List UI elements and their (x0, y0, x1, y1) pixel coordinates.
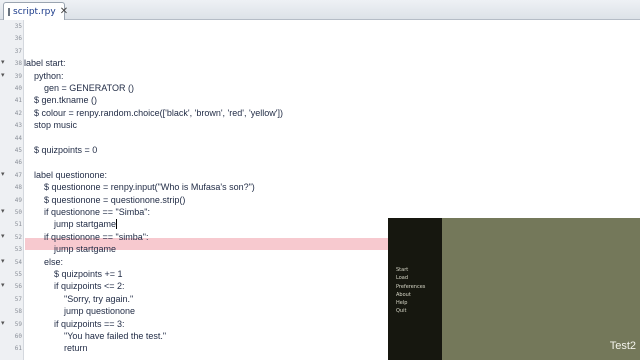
line-number: 39 (14, 72, 22, 80)
line-number: 53 (14, 246, 22, 254)
game-menu-panel: Start Load Preferences About Help Quit (388, 218, 442, 360)
editor-tab-bar: script.rpy ✕ (0, 0, 640, 20)
line-number: 61 (14, 345, 22, 353)
line-number: 54 (14, 258, 22, 266)
game-title: Test2 (609, 340, 636, 352)
line-number: 59 (14, 320, 22, 328)
code-line[interactable]: 48 $ questionone = renpy.input("Who is Mu… (0, 181, 640, 193)
line-number: 50 (14, 209, 22, 216)
code-text: if questionone == "simba": (44, 231, 149, 242)
document-icon (8, 7, 10, 16)
code-text: jump startgame (54, 219, 118, 230)
code-line[interactable]: ▾ 47 label questionone: (0, 169, 640, 181)
line-number: 49 (14, 196, 22, 204)
line-number: 42 (14, 109, 22, 117)
line-number: 55 (14, 271, 22, 278)
code-text: "You have failed the test." (64, 331, 167, 341)
code-line[interactable]: 42 $ colour = renpy.random.choice(['black… (0, 107, 640, 119)
line-number: 56 (14, 283, 22, 291)
line-number: 45 (14, 147, 22, 154)
menu-item-about[interactable]: About (396, 291, 425, 299)
menu-item-preferences[interactable]: Preferences (396, 283, 425, 291)
line-number: 58 (14, 308, 22, 316)
code-text: python: (34, 70, 64, 81)
line-number: 51 (14, 221, 22, 229)
code-line[interactable]: 36 (0, 32, 640, 44)
code-text: if questionone == "Simba": (44, 207, 150, 217)
code-text: $ quizpoints = 0 (34, 145, 98, 155)
code-line[interactable]: 45 $ quizpoints = 0 (0, 144, 640, 156)
game-preview-window[interactable]: Start Load Preferences About Help Quit T… (388, 218, 640, 360)
line-number: 36 (14, 35, 22, 43)
line-number: 40 (14, 85, 22, 92)
line-number: 44 (14, 134, 22, 142)
code-text: $ questionone = questionone.strip() (44, 194, 186, 205)
code-text: label start: (24, 58, 66, 69)
code-text: jump questionone (64, 306, 136, 317)
code-text: label questionone: (34, 169, 108, 180)
line-number: 48 (14, 184, 22, 192)
close-icon[interactable]: ✕ (60, 6, 68, 17)
code-line[interactable]: 40 gen = GENERATOR () (0, 82, 640, 94)
code-line[interactable]: 49 $ questionone = questionone.strip() (0, 194, 640, 206)
code-text: return (64, 343, 88, 354)
code-text: stop music (34, 120, 78, 131)
code-text: $ quizpoints += 1 (54, 269, 123, 279)
code-line[interactable]: ▾ 39 python: (0, 70, 640, 82)
code-text: $ colour = renpy.random.choice(['black',… (34, 107, 283, 118)
code-line[interactable]: 41 $ gen.tkname () (0, 94, 640, 106)
text-caret (116, 219, 118, 230)
line-number: 57 (14, 295, 22, 303)
code-text: $ gen.tkname () (34, 95, 98, 106)
line-number: 35 (14, 23, 22, 30)
line-number: 47 (14, 171, 22, 179)
line-number: 38 (14, 60, 22, 68)
code-line[interactable]: ▾ 38 label start: (0, 57, 640, 69)
line-number: 60 (14, 333, 22, 340)
line-number: 43 (14, 122, 22, 130)
code-line[interactable]: ▾ 50 if questionone == "Simba": (0, 206, 640, 218)
code-text: "Sorry, try again." (64, 293, 134, 304)
code-text: $ questionone = renpy.input("Who is Mufa… (44, 182, 255, 193)
code-text: gen = GENERATOR () (44, 83, 134, 93)
code-line[interactable]: 46 (0, 156, 640, 168)
line-number: 46 (14, 159, 22, 167)
code-text: if quizpoints <= 2: (54, 281, 125, 292)
menu-item-start[interactable]: Start (396, 266, 425, 274)
code-line[interactable]: 44 (0, 132, 640, 144)
line-number: 37 (14, 47, 22, 55)
menu-item-load[interactable]: Load (396, 274, 425, 282)
code-line[interactable]: 37 (0, 45, 640, 57)
menu-item-quit[interactable]: Quit (396, 307, 425, 315)
code-line[interactable]: 43 stop music (0, 119, 640, 131)
line-number: 52 (14, 233, 22, 241)
game-main-menu: Start Load Preferences About Help Quit (396, 266, 425, 316)
line-number: 41 (14, 97, 22, 105)
tab-label: script.rpy (13, 6, 56, 17)
code-text: jump startgame (54, 244, 117, 255)
menu-item-help[interactable]: Help (396, 299, 425, 307)
code-line[interactable]: 35 (0, 20, 640, 32)
code-text: if quizpoints == 3: (54, 318, 125, 329)
code-text: else: (44, 256, 64, 267)
tab-script-rpy[interactable]: script.rpy ✕ (3, 2, 68, 20)
